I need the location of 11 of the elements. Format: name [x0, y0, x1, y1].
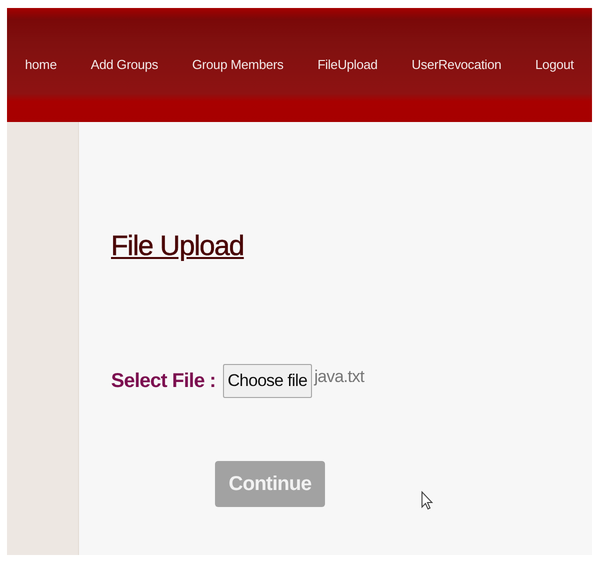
nav-link[interactable]: Group Members	[192, 56, 284, 72]
choose-file-button[interactable]: Choose file	[222, 364, 312, 398]
nav-link[interactable]: home	[25, 56, 57, 72]
nav-link[interactable]: Add Groups	[90, 56, 158, 72]
nav-link[interactable]: UserRevocation	[412, 56, 502, 72]
nav-link[interactable]: FileUpload	[317, 56, 378, 72]
cursor-icon	[421, 491, 433, 511]
nav-link[interactable]: Logout	[535, 56, 574, 72]
file-name: java.txt	[314, 367, 364, 387]
page-title: File Upload	[111, 230, 244, 262]
field-label: Select File :	[111, 370, 216, 392]
